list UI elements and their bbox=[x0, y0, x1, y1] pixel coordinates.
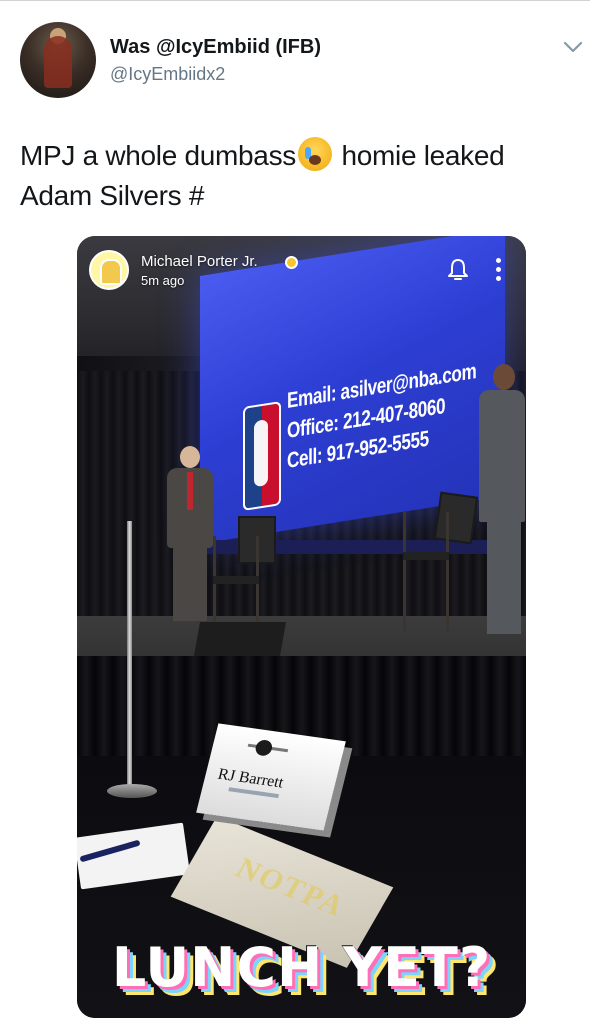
profile-avatar[interactable] bbox=[20, 22, 96, 98]
snap-avatar[interactable] bbox=[89, 250, 129, 290]
more-vertical-icon[interactable] bbox=[495, 258, 503, 284]
name-placard: RJ Barrett bbox=[196, 723, 346, 831]
crying-face-emoji-icon bbox=[297, 137, 332, 171]
snap-caption: LUNCH YET? bbox=[111, 936, 492, 999]
user-handle[interactable]: @IcyEmbiidx2 bbox=[110, 64, 225, 85]
top-divider bbox=[0, 0, 590, 1]
stage-chair-right bbox=[403, 512, 449, 632]
display-name[interactable]: Was @IcyEmbiid (IFB) bbox=[110, 36, 321, 59]
placard-name: RJ Barrett bbox=[216, 765, 286, 792]
snap-header: Michael Porter Jr. 5m ago bbox=[77, 236, 526, 306]
standing-figure bbox=[477, 364, 526, 634]
microphone-stand bbox=[127, 521, 132, 786]
snap-timestamp: 5m ago bbox=[141, 273, 185, 288]
nba-logo-icon bbox=[243, 400, 281, 512]
placard-logo-icon bbox=[253, 738, 274, 757]
chevron-down-icon[interactable] bbox=[562, 38, 584, 56]
tweet-text: MPJ a whole dumbass homie leaked Adam Si… bbox=[20, 136, 580, 216]
bell-icon[interactable] bbox=[447, 258, 469, 282]
snap-username[interactable]: Michael Porter Jr. bbox=[141, 253, 258, 270]
avatar-figure-body bbox=[44, 36, 72, 88]
verified-badge-icon bbox=[285, 256, 298, 269]
microphone-base bbox=[107, 784, 157, 798]
stage-monitor bbox=[194, 622, 286, 656]
speaker-figure bbox=[167, 446, 213, 621]
tweet-media-image[interactable]: Email: asilver@nba.com Office: 212-407-8… bbox=[77, 236, 526, 1018]
tweet-text-part1: MPJ a whole dumbass bbox=[20, 140, 296, 171]
